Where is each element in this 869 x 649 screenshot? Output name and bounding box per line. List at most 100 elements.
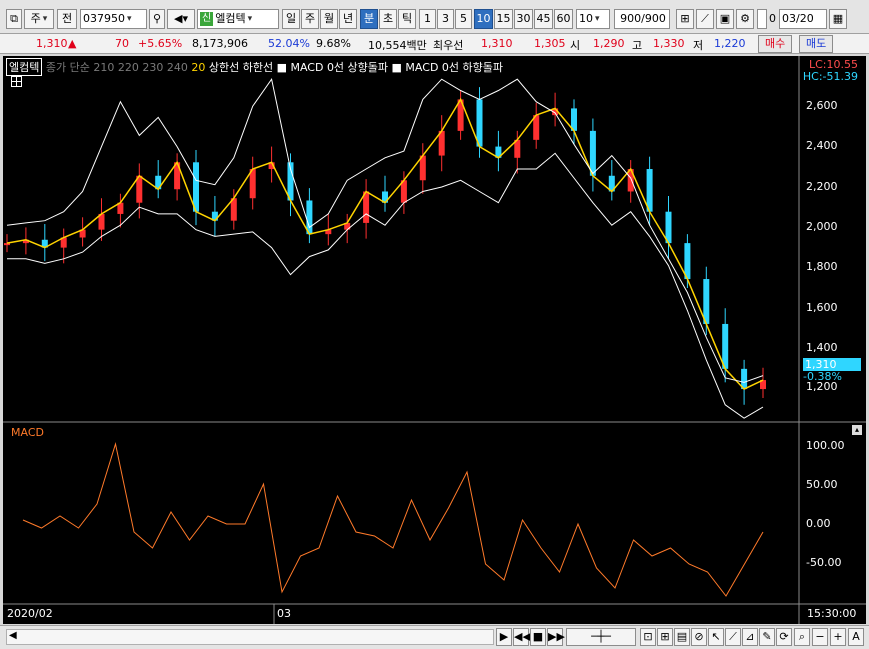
maximize-icon[interactable]: ▴	[852, 425, 862, 435]
rewind-icon[interactable]: ◀◀	[513, 628, 531, 646]
hc-value: HC:-51.39	[802, 70, 858, 83]
interval-30-label: 30	[516, 12, 531, 25]
market-type-select[interactable]: 주	[24, 9, 54, 29]
interval-1[interactable]: 1	[419, 9, 436, 29]
legend-ma-text: 종가 단순 210 220 230 240	[45, 61, 188, 74]
interval-60-label: 60	[556, 12, 571, 25]
hide-icon[interactable]: ⊘	[691, 628, 707, 646]
table-icon[interactable]: ▤	[674, 628, 690, 646]
scroll-left-icon[interactable]: ◀	[9, 630, 17, 641]
ruler-icon[interactable]: ⊿	[742, 628, 758, 646]
buy-button[interactable]: 매수	[758, 35, 793, 53]
interval-select[interactable]: 10	[576, 9, 610, 29]
legend-stock-name: 엘컴텍	[6, 58, 43, 76]
toolbar: ⧉ 주 전 037950 ⚲ ◀▾ 신엘컴텍 일 주 월 년 분 초 틱 1 3…	[0, 0, 869, 34]
eraser-icon[interactable]: ✎	[759, 628, 775, 646]
macd-line	[22, 442, 764, 597]
period-week[interactable]: 주	[301, 9, 319, 29]
font-size-icon[interactable]: A	[848, 628, 864, 646]
interval-3[interactable]: 3	[437, 9, 454, 29]
buy-label: 매수	[765, 37, 786, 50]
date-checkbox[interactable]	[757, 9, 767, 29]
ma20-line	[6, 97, 764, 391]
quote-bar: 1,310 ▲ 70 +5.65% 8,173,906 52.04% 9.68%…	[0, 34, 869, 54]
search-icon[interactable]: ⚲	[149, 9, 165, 29]
line-icon[interactable]: ⟋	[725, 628, 741, 646]
chart-tool-icon[interactable]: ⊞	[676, 9, 694, 29]
interval-30[interactable]: 30	[514, 9, 533, 29]
checkbox-label: 0	[769, 12, 776, 25]
save-icon[interactable]: ▣	[716, 9, 734, 29]
zoom-slider[interactable]: ─┼─	[566, 628, 636, 646]
date-input[interactable]: 03/20	[779, 9, 827, 29]
price-tick: 1,400	[806, 341, 838, 354]
bid-price: 1,305	[534, 37, 566, 50]
stock-name-select[interactable]: 신 엘컴텍	[197, 9, 279, 29]
date-label: 03	[277, 607, 291, 620]
interval-15-label: 15	[496, 12, 511, 25]
high-price: 1,330	[653, 37, 685, 50]
price-tick: 2,400	[806, 139, 838, 152]
count-input[interactable]: 900/900	[614, 9, 670, 29]
scroll-right-icon[interactable]: ▶	[496, 628, 512, 646]
macd-tick: 100.00	[806, 439, 845, 452]
trade-amount: 10,554백만	[368, 39, 427, 52]
horizontal-scrollbar[interactable]: ◀	[6, 629, 494, 645]
interval-select-value: 10	[579, 12, 593, 25]
bottom-bar: ◀ ▶ ◀◀ ■ ▶▶ ─┼─ ⊡ ⊞ ▤ ⊘ ↖ ⟋ ⊿ ✎ ⟳ ⌕ − + …	[0, 625, 869, 649]
count-value: 900/900	[620, 12, 666, 25]
legend-upper-band: 상한선	[208, 61, 240, 74]
legend-20: 20	[191, 61, 206, 74]
refresh-icon[interactable]: ⟳	[776, 628, 792, 646]
stock-code-value: 037950	[83, 12, 125, 25]
period-year[interactable]: 년	[339, 9, 357, 29]
trend-tool-icon[interactable]: ⟋	[696, 9, 714, 29]
zoom-icon[interactable]: ⌕	[794, 628, 810, 646]
price-tick: 2,200	[806, 180, 838, 193]
interval-15[interactable]: 15	[494, 9, 513, 29]
interval-3-label: 3	[442, 12, 449, 25]
low-price: 1,220	[714, 37, 746, 50]
period-minute[interactable]: 분	[360, 9, 378, 29]
change-percent: +5.65%	[138, 37, 183, 50]
pointer-icon[interactable]: ↖	[708, 628, 724, 646]
zoom-out-icon[interactable]: −	[812, 628, 828, 646]
macd-tick: -50.00	[806, 556, 842, 569]
macd-tick: 50.00	[806, 478, 838, 491]
date-label: 2020/02	[7, 607, 53, 620]
up-arrow-icon: ▲	[68, 37, 77, 50]
interval-45-label: 45	[536, 12, 551, 25]
gear-icon[interactable]: ⚙	[736, 9, 754, 29]
stock-code-input[interactable]: 037950	[80, 9, 147, 29]
period-month[interactable]: 월	[320, 9, 338, 29]
whole-label: 전	[61, 12, 73, 25]
credit-badge: 신	[200, 12, 214, 26]
sell-button[interactable]: 매도	[799, 35, 834, 53]
period-tick-label: 틱	[401, 12, 413, 25]
interval-5-label: 5	[460, 12, 467, 25]
zoom-in-icon[interactable]: +	[830, 628, 846, 646]
period-day[interactable]: 일	[282, 9, 300, 29]
crosshair-icon[interactable]: ⊞	[657, 628, 673, 646]
fast-forward-icon[interactable]: ▶▶	[547, 628, 565, 646]
interval-10[interactable]: 10	[474, 9, 493, 29]
ask-price: 1,310	[481, 37, 513, 50]
interval-45[interactable]: 45	[534, 9, 553, 29]
chart-area[interactable]: 엘컴텍 종가 단순 210 220 230 240 20 상한선 하한선 ■ M…	[3, 56, 866, 624]
grid-icon[interactable]	[11, 76, 22, 87]
date-value: 03/20	[782, 12, 814, 25]
period-second[interactable]: 초	[379, 9, 397, 29]
chart-window: ⧉ 주 전 037950 ⚲ ◀▾ 신엘컴텍 일 주 월 년 분 초 틱 1 3…	[0, 0, 869, 649]
low-label: 저	[693, 39, 704, 52]
period-tick[interactable]: 틱	[398, 9, 416, 29]
chart-legend: 엘컴텍 종가 단순 210 220 230 240 20 상한선 하한선 ■ M…	[6, 58, 503, 76]
interval-5[interactable]: 5	[455, 9, 472, 29]
stop-icon[interactable]: ■	[530, 628, 546, 646]
calendar-icon[interactable]: ▦	[829, 9, 847, 29]
cursor-icon[interactable]: ⊡	[640, 628, 656, 646]
window-menu-icon[interactable]: ⧉	[6, 9, 22, 29]
sound-icon[interactable]: ◀▾	[167, 9, 195, 29]
interval-60[interactable]: 60	[554, 9, 573, 29]
current-price: 1,310	[36, 37, 68, 50]
whole-button[interactable]: 전	[57, 9, 77, 29]
